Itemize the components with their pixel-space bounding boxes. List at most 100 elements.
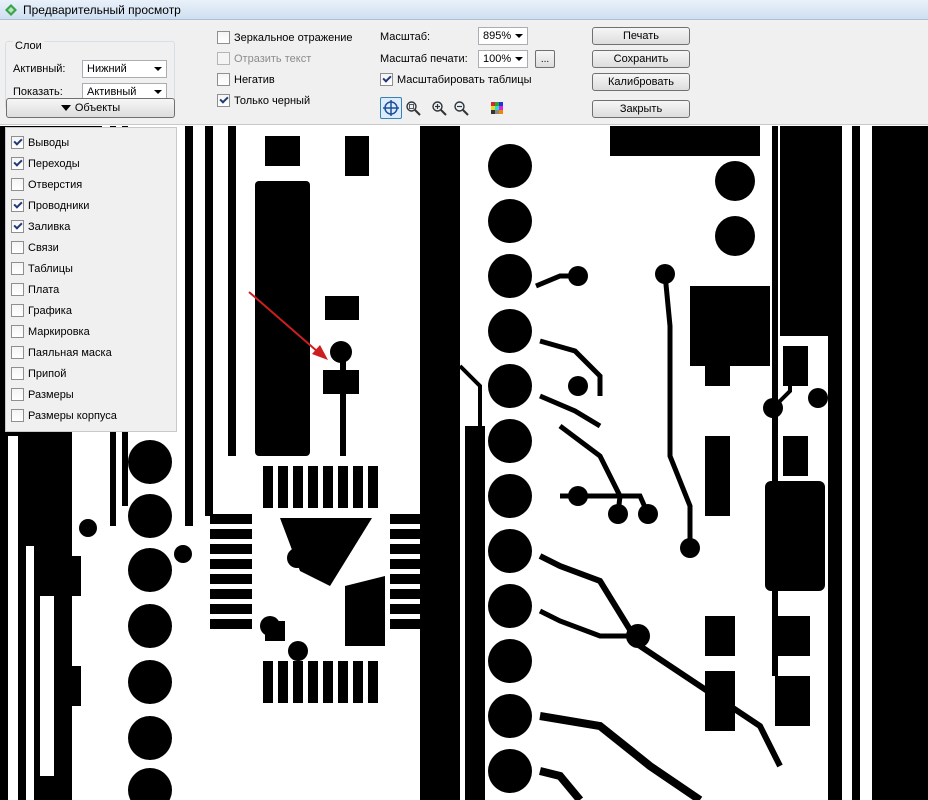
object-checkbox-vias[interactable]: Переходы xyxy=(11,157,80,170)
chevron-down-icon xyxy=(154,67,162,71)
check-icon xyxy=(12,220,23,230)
title-bar: Предварительный просмотр xyxy=(0,0,928,20)
scale-value: 895% xyxy=(483,30,512,42)
checkbox-box xyxy=(217,52,230,65)
checkbox-box xyxy=(217,31,230,44)
zoom-window-button[interactable] xyxy=(402,97,424,119)
check-icon xyxy=(12,199,23,209)
object-label: Таблицы xyxy=(28,262,73,275)
object-label: Размеры xyxy=(28,388,74,401)
checkbox-box xyxy=(11,157,24,170)
ic-pins-left xyxy=(210,514,252,629)
print-button[interactable]: Печать xyxy=(592,27,690,45)
scale-tables-checkbox[interactable]: Масштабировать таблицы xyxy=(380,73,531,86)
object-checkbox-marking[interactable]: Маркировка xyxy=(11,325,90,338)
object-checkbox-holes[interactable]: Отверстия xyxy=(11,178,82,191)
objects-dropdown-button[interactable]: Объекты xyxy=(6,98,175,118)
object-checkbox-pins[interactable]: Выводы xyxy=(11,136,69,149)
object-checkbox-package-dimensions[interactable]: Размеры корпуса xyxy=(11,409,117,422)
save-button[interactable]: Сохранить xyxy=(592,50,690,68)
checkbox-box xyxy=(11,409,24,422)
show-layer-value: Активный xyxy=(87,86,137,98)
pan-tool-icon xyxy=(383,100,399,116)
print-scale-select[interactable]: 100% xyxy=(478,50,528,68)
object-label: Припой xyxy=(28,367,67,380)
window-title: Предварительный просмотр xyxy=(23,2,181,17)
object-label: Графика xyxy=(28,304,72,317)
object-label: Переходы xyxy=(28,157,80,170)
object-checkbox-dimensions[interactable]: Размеры xyxy=(11,388,74,401)
checkbox-box xyxy=(11,241,24,254)
checkbox-box xyxy=(217,94,230,107)
color-palette-button[interactable] xyxy=(486,97,508,119)
checkbox-box xyxy=(217,73,230,86)
mirror-label: Зеркальное отражение xyxy=(234,31,353,44)
scale-label: Масштаб: xyxy=(380,31,431,43)
object-label: Отверстия xyxy=(28,178,83,191)
chevron-down-icon xyxy=(515,34,523,38)
checkbox-box xyxy=(11,388,24,401)
negative-label: Негатив xyxy=(234,73,275,86)
checkbox-box xyxy=(11,262,24,275)
pan-tool-button[interactable] xyxy=(380,97,402,119)
chevron-down-icon xyxy=(515,57,523,61)
zoom-window-icon xyxy=(406,101,421,116)
object-checkbox-connections[interactable]: Связи xyxy=(11,241,59,254)
check-icon xyxy=(218,94,229,104)
checkbox-box xyxy=(11,367,24,380)
object-label: Проводники xyxy=(28,199,90,212)
object-label: Связи xyxy=(28,241,59,254)
active-layer-label: Активный: xyxy=(13,63,66,75)
print-scale-label: Масштаб печати: xyxy=(380,53,468,65)
object-checkbox-solder-mask[interactable]: Паяльная маска xyxy=(11,346,112,359)
app-icon xyxy=(5,3,17,16)
object-label: Паяльная маска xyxy=(28,346,112,359)
chevron-down-icon xyxy=(154,90,162,94)
calibrate-button[interactable]: Калибровать xyxy=(592,73,690,91)
print-scale-value: 100% xyxy=(483,53,512,65)
object-checkbox-board[interactable]: Плата xyxy=(11,283,59,296)
mirror-text-label: Отразить текст xyxy=(234,52,312,65)
object-label: Размеры корпуса xyxy=(28,409,117,422)
zoom-out-button[interactable] xyxy=(450,97,472,119)
objects-button-label: Объекты xyxy=(74,102,121,114)
zoom-in-icon xyxy=(432,101,447,116)
object-checkbox-paste[interactable]: Припой xyxy=(11,367,66,380)
mirror-checkbox[interactable]: Зеркальное отражение xyxy=(217,31,353,44)
scale-tables-label: Масштабировать таблицы xyxy=(397,73,532,86)
object-label: Заливка xyxy=(28,220,71,233)
print-scale-more-button[interactable]: ... xyxy=(535,50,555,68)
checkbox-box xyxy=(11,220,24,233)
negative-checkbox[interactable]: Негатив xyxy=(217,73,275,86)
zoom-in-button[interactable] xyxy=(428,97,450,119)
object-label: Выводы xyxy=(28,136,70,149)
check-icon xyxy=(381,73,392,83)
object-checkbox-traces[interactable]: Проводники xyxy=(11,199,89,212)
checkbox-box xyxy=(11,199,24,212)
black-only-label: Только черный xyxy=(234,94,311,107)
checkbox-box xyxy=(11,283,24,296)
active-layer-value: Нижний xyxy=(87,63,127,75)
checkbox-box xyxy=(11,178,24,191)
checkbox-box xyxy=(380,73,393,86)
close-button[interactable]: Закрыть xyxy=(592,100,690,118)
objects-panel: Выводы Переходы Отверстия Проводники Зал… xyxy=(5,127,177,432)
scale-select[interactable]: 895% xyxy=(478,27,528,45)
black-only-checkbox[interactable]: Только черный xyxy=(217,94,310,107)
check-icon xyxy=(12,136,23,146)
show-layer-label: Показать: xyxy=(13,86,63,98)
checkbox-box xyxy=(11,346,24,359)
checkbox-box xyxy=(11,325,24,338)
object-label: Маркировка xyxy=(28,325,90,338)
object-checkbox-graphics[interactable]: Графика xyxy=(11,304,72,317)
ic-pins-top xyxy=(263,466,378,508)
zoom-out-icon xyxy=(454,101,469,116)
mirror-text-checkbox[interactable]: Отразить текст xyxy=(217,52,311,65)
active-layer-select[interactable]: Нижний xyxy=(82,60,167,78)
check-icon xyxy=(12,157,23,167)
color-palette-icon xyxy=(491,102,503,114)
layers-group-title: Слои xyxy=(13,40,44,52)
object-checkbox-fill[interactable]: Заливка xyxy=(11,220,70,233)
object-checkbox-tables[interactable]: Таблицы xyxy=(11,262,73,275)
checkbox-box xyxy=(11,136,24,149)
